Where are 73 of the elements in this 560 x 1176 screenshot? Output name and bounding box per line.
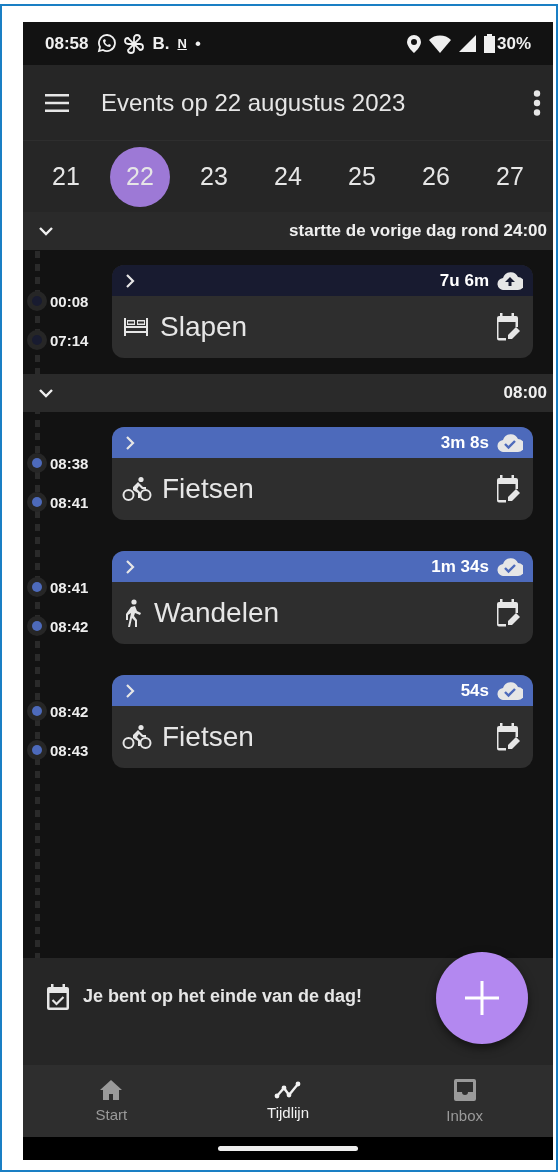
bicycle-icon bbox=[122, 724, 152, 750]
event-card[interactable]: 54s Fietsen bbox=[112, 675, 533, 768]
app-bar-title: Events op 22 augustus 2023 bbox=[101, 88, 407, 117]
chevron-right-icon bbox=[124, 273, 136, 288]
location-icon bbox=[406, 34, 421, 53]
day-tab[interactable]: 26 bbox=[406, 146, 466, 207]
chat-icon bbox=[96, 33, 117, 54]
end-time: 08:41 bbox=[50, 493, 89, 511]
section-time-label: 08:00 bbox=[503, 383, 547, 403]
event-title: Fietsen bbox=[162, 473, 255, 505]
calendar-edit-icon bbox=[495, 475, 521, 503]
notification-text: N bbox=[177, 36, 187, 51]
start-time: 00:08 bbox=[50, 292, 89, 310]
duration-label: 54s bbox=[460, 680, 489, 701]
calendar-edit-icon bbox=[495, 313, 521, 341]
pinwheel-icon bbox=[124, 33, 145, 54]
day-tab[interactable]: 27 bbox=[480, 146, 540, 207]
calendar-edit-icon bbox=[495, 599, 521, 627]
edit-date-button[interactable] bbox=[495, 313, 521, 341]
event-title: Slapen bbox=[160, 311, 249, 343]
cloud-check-icon bbox=[497, 681, 523, 700]
start-time: 08:38 bbox=[50, 454, 89, 472]
end-time: 08:43 bbox=[50, 741, 89, 759]
wifi-icon bbox=[428, 34, 451, 53]
chevron-right-icon bbox=[124, 683, 136, 698]
event-title: Wandelen bbox=[154, 597, 281, 629]
more-options-icon bbox=[533, 89, 541, 116]
calendar-check-icon bbox=[47, 984, 69, 1010]
event-card[interactable]: 7u 6m Slapen bbox=[112, 265, 533, 358]
more-options-button[interactable] bbox=[533, 89, 541, 116]
battery-percentage: 30% bbox=[496, 33, 531, 54]
day-tab[interactable]: 24 bbox=[258, 146, 318, 207]
end-time: 08:42 bbox=[50, 617, 89, 635]
cloud-check-icon bbox=[497, 557, 523, 576]
duration-label: 1m 34s bbox=[431, 556, 489, 577]
battery-icon bbox=[483, 34, 495, 53]
event-title: Fietsen bbox=[162, 721, 255, 753]
duration-label: 7u 6m bbox=[439, 270, 489, 291]
day-tab[interactable]: 25 bbox=[332, 146, 392, 207]
edit-date-button[interactable] bbox=[495, 723, 521, 751]
cloud-check-icon bbox=[497, 433, 523, 452]
notification-dot: • bbox=[194, 33, 201, 54]
section-time-label: startte de vorige dag rond 24:00 bbox=[289, 221, 547, 241]
event-card[interactable]: 1m 34s Wandelen bbox=[112, 551, 533, 644]
end-time: 07:14 bbox=[50, 331, 89, 349]
end-of-day-message: Je bent op het einde van de dag! bbox=[83, 985, 363, 1008]
gesture-handle[interactable] bbox=[218, 1146, 358, 1151]
nav-tab[interactable]: Tijdlijn bbox=[199, 1065, 377, 1137]
timeline-icon bbox=[274, 1081, 302, 1099]
event-card[interactable]: 3m 8s Fietsen bbox=[112, 427, 533, 520]
calendar-edit-icon bbox=[495, 723, 521, 751]
duration-label: 3m 8s bbox=[440, 432, 489, 453]
bicycle-icon bbox=[122, 476, 152, 502]
nav-tab[interactable]: Start bbox=[23, 1065, 200, 1137]
start-time: 08:42 bbox=[50, 702, 89, 720]
inbox-icon bbox=[452, 1078, 477, 1102]
chevron-right-icon bbox=[124, 559, 136, 574]
bed-icon bbox=[122, 316, 150, 338]
start-time: 08:41 bbox=[50, 578, 89, 596]
home-icon bbox=[99, 1079, 124, 1101]
menu-button[interactable] bbox=[45, 93, 69, 112]
nav-tab[interactable]: Inbox bbox=[376, 1065, 553, 1137]
day-tab[interactable]: 23 bbox=[184, 146, 244, 207]
edit-date-button[interactable] bbox=[495, 475, 521, 503]
day-tab[interactable]: 21 bbox=[36, 146, 96, 207]
chevron-right-icon bbox=[124, 435, 136, 450]
cloud-upload-icon bbox=[497, 271, 523, 290]
clock-time: 08:58 bbox=[45, 33, 89, 54]
notification-text: B. bbox=[152, 33, 170, 54]
signal-icon bbox=[458, 35, 476, 52]
edit-date-button[interactable] bbox=[495, 599, 521, 627]
menu-icon bbox=[45, 93, 69, 112]
plus-icon bbox=[465, 981, 499, 1015]
